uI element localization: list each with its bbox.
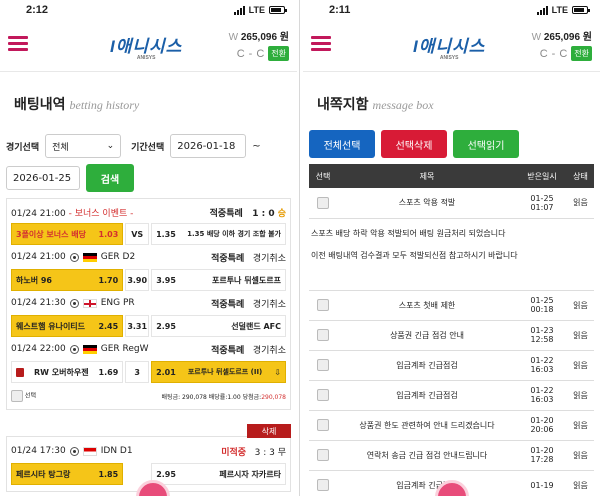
menu-icon[interactable]: [8, 36, 28, 52]
signal-icon: [233, 5, 245, 15]
row-checkbox[interactable]: [317, 329, 329, 341]
betting-history-screen: 2:12 LTE I애니시스 ANISYS W 265,096 원 C - C 전환 배…: [0, 0, 297, 496]
signal-icon: [536, 5, 548, 15]
soccer-ball-icon: [69, 446, 79, 456]
logo[interactable]: I애니시스 ANISYS: [413, 32, 485, 61]
table-row[interactable]: 상품권 긴급 점검 안내 01-23 12:58 읽음: [309, 320, 594, 351]
convert-button[interactable]: 전환: [571, 46, 592, 61]
app-header: I애니시스 ANISYS W 265,096 원 C - C 전환: [0, 20, 297, 72]
read-selected-button[interactable]: 선택읽기: [453, 130, 519, 158]
game-select-label: 경기선택: [6, 142, 40, 153]
bet-pick-home[interactable]: 3폴이상 보너스 배당 1.03: [11, 223, 124, 245]
chevron-down-icon: ⌄: [106, 141, 115, 151]
battery-icon: [269, 6, 287, 14]
bet-card: 01/24 21:00 - 보너스 이벤트 - 적중특례 1 : 0 승 3폴이…: [6, 198, 291, 410]
network-label: LTE: [551, 5, 568, 15]
delete-selected-button[interactable]: 선택삭제: [381, 130, 447, 158]
status-bar: 2:11 LTE: [303, 0, 600, 20]
row-checkbox[interactable]: [317, 449, 329, 461]
app-header: I애니시스 ANISYS W 265,096 원 C - C 전환: [303, 20, 600, 72]
wallet: W 265,096 원 C - C 전환: [228, 32, 289, 61]
page-title: 배팅내역 betting history: [14, 96, 140, 112]
table-row[interactable]: 연락처 송금 긴급 점검 안내드립니다 01-20 17:28 읽음: [309, 440, 594, 471]
filters: 경기선택 전체 ⌄ 기간선택 2026-01-18 ~ 2026-01-25 검색: [0, 134, 297, 192]
convert-button[interactable]: 전환: [268, 46, 289, 61]
balance: 265,096 원: [240, 32, 289, 43]
menu-icon[interactable]: [311, 36, 331, 52]
bet-pick-home[interactable]: 웨스트햄 유나이티드 2.45: [11, 315, 124, 337]
bet-pick-home[interactable]: 하노버 96 1.70: [11, 269, 124, 291]
select-checkbox[interactable]: [11, 390, 23, 402]
network-label: LTE: [248, 5, 265, 15]
page-title: 내쪽지함 message box: [317, 96, 434, 112]
table-row[interactable]: 스포츠 악용 적발 01-25 01:07 읽음: [309, 188, 594, 219]
message-body-row: 스포츠 배당 하락 악용 적발되어 배팅 원금처리 되었습니다 이전 배팅내역 …: [309, 218, 594, 291]
start-date-input[interactable]: 2026-01-18: [170, 134, 247, 158]
table-row[interactable]: 스포츠 첫배 제한 01-25 00:18 읽음: [309, 290, 594, 321]
game-select[interactable]: 전체 ⌄: [45, 134, 122, 158]
soccer-ball-icon: [69, 252, 79, 262]
jersey-icon: [16, 367, 24, 377]
england-flag-icon: [82, 298, 97, 308]
bet-pick-away[interactable]: 2.01 포르투나 뒤셀도르프 (II) ⇩: [151, 361, 286, 383]
wallet: W 265,096 원 C - C 전환: [531, 32, 592, 61]
message-body-line: 스포츠 배당 하락 악용 적발되어 배팅 원금처리 되었습니다: [311, 228, 506, 238]
message-table: 선택 제목 받은일시 상태 스포츠 악용 적발 01-25 01:07 읽음 스포…: [309, 164, 594, 496]
message-body-line: 이전 배팅내역 검수결과 모두 적발되신점 참고하시기 바랍니다: [311, 250, 518, 260]
logo[interactable]: I애니시스 ANISYS: [110, 32, 182, 61]
message-box-screen: 2:11 LTE I애니시스 ANISYS W 265,096 원 C - C 전환 내…: [303, 0, 600, 496]
germany-flag-icon: [82, 252, 97, 262]
status-time: 2:11: [329, 4, 351, 16]
balance: 265,096 원: [543, 32, 592, 43]
bet-pick-away[interactable]: 1.35 1.35 배당 이하 경기 조합 불가: [151, 223, 286, 245]
battery-icon: [572, 6, 590, 14]
row-checkbox[interactable]: [317, 419, 329, 431]
status-bar: 2:12 LTE: [0, 0, 297, 20]
table-row[interactable]: 입금계좌 긴급점검 01-22 16:03 읽음: [309, 380, 594, 411]
select-all-button[interactable]: 전체선택: [309, 130, 375, 158]
soccer-ball-icon: [69, 298, 79, 308]
row-checkbox[interactable]: [317, 299, 329, 311]
status-time: 2:12: [26, 4, 49, 16]
period-label: 기간선택: [131, 142, 165, 153]
row-checkbox[interactable]: [317, 389, 329, 401]
arrow-down-icon: ⇩: [274, 367, 281, 377]
row-checkbox[interactable]: [317, 479, 329, 491]
search-button[interactable]: 검색: [86, 164, 134, 192]
table-row[interactable]: 입금계좌 긴급점검 01-22 16:03 읽음: [309, 350, 594, 381]
soccer-ball-icon: [69, 344, 79, 354]
germany-flag-icon: [82, 344, 97, 354]
table-row[interactable]: 상품권 한도 관련하여 안내 드리겠습니다 01-20 20:06 읽음: [309, 410, 594, 441]
indonesia-flag-icon: [82, 446, 97, 456]
row-checkbox[interactable]: [317, 196, 329, 209]
end-date-input[interactable]: 2026-01-25: [6, 166, 80, 190]
row-checkbox[interactable]: [317, 359, 329, 371]
delete-button[interactable]: 삭제: [247, 424, 291, 438]
